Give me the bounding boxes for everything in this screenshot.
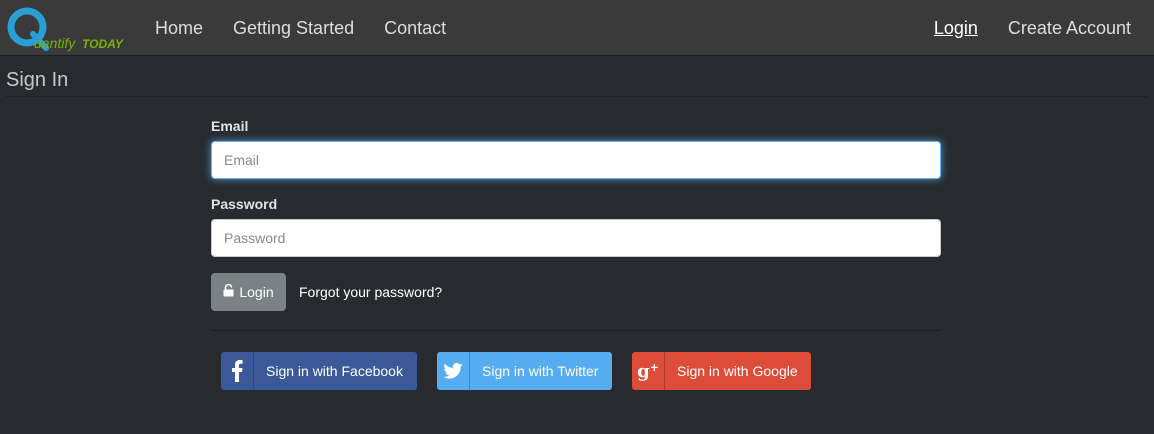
nav-login[interactable]: Login (919, 18, 993, 39)
twitter-icon (437, 352, 470, 390)
facebook-icon (221, 352, 254, 390)
nav-contact[interactable]: Contact (369, 18, 461, 39)
brand-logo[interactable]: uantify TODAY (6, 6, 124, 52)
main-nav: Home Getting Started Contact (140, 0, 461, 56)
title-divider (6, 96, 1147, 97)
login-button[interactable]: Login (211, 273, 286, 311)
nav-getting-started[interactable]: Getting Started (218, 18, 369, 39)
page-title: Sign In (6, 69, 69, 91)
google-signin-label: Sign in with Google (677, 363, 798, 379)
email-field[interactable] (211, 141, 941, 179)
password-field[interactable] (211, 219, 941, 257)
forgot-password-link[interactable]: Forgot your password? (299, 284, 442, 300)
form-divider (211, 330, 941, 331)
svg-text:uantify: uantify (34, 35, 76, 51)
email-label: Email (211, 118, 249, 134)
account-nav: Login Create Account (919, 0, 1146, 56)
brand-logo-mark: uantify TODAY (7, 7, 124, 51)
facebook-signin-label: Sign in with Facebook (266, 363, 403, 379)
nav-home[interactable]: Home (140, 18, 218, 39)
twitter-signin-label: Sign in with Twitter (482, 363, 599, 379)
navbar: uantify TODAY Home Getting Started Conta… (0, 0, 1154, 56)
login-button-label: Login (239, 284, 274, 300)
password-group: Password (211, 196, 941, 257)
svg-text:TODAY: TODAY (82, 37, 124, 51)
facebook-signin-button[interactable]: Sign in with Facebook (221, 352, 417, 390)
twitter-signin-button[interactable]: Sign in with Twitter (437, 352, 612, 390)
google-signin-button[interactable]: g + Sign in with Google (632, 352, 811, 390)
unlock-icon (223, 283, 234, 300)
password-label: Password (211, 196, 278, 212)
email-group: Email (211, 118, 941, 179)
google-plus-icon: g + (632, 352, 665, 390)
nav-create-account[interactable]: Create Account (993, 18, 1146, 39)
